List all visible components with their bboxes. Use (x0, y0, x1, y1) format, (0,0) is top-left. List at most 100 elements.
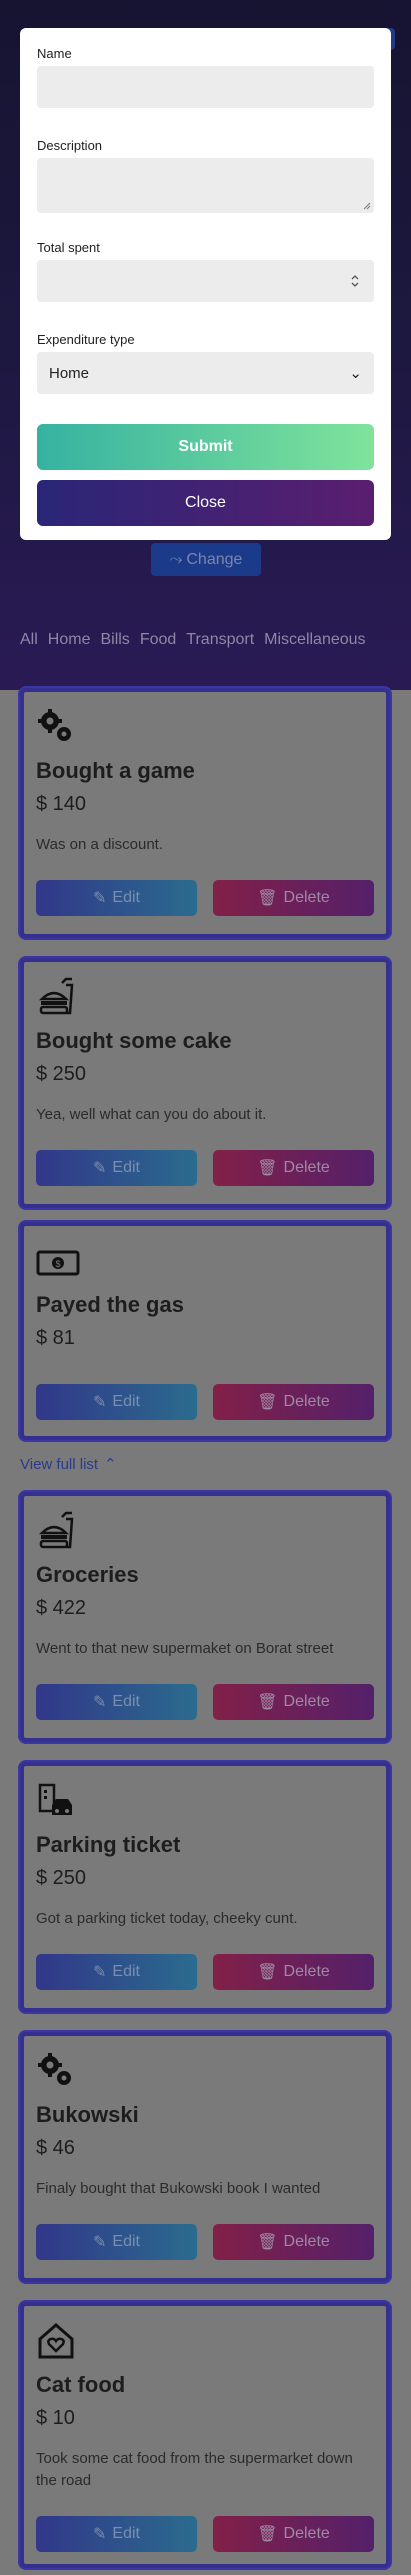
filter-bar: All Home Bills Food Transport Miscellane… (20, 631, 366, 649)
delete-label: Delete (283, 1159, 330, 1176)
expense-card: Bought a game $ 140 Was on a discount. ✎… (20, 688, 390, 938)
card-title: Cat food (36, 2372, 126, 2397)
edit-label: Edit (112, 2525, 140, 2542)
trash-icon: 🗑 (257, 2234, 278, 2251)
car-building-icon (38, 1783, 72, 1815)
submit-button[interactable]: Submit (37, 424, 374, 470)
expense-card: Groceries $ 422 Went to that new superma… (20, 1492, 390, 1742)
trash-icon: 🗑 (257, 1964, 278, 1981)
expense-card: Bukowski $ 46 Finaly bought that Bukowsk… (20, 2032, 390, 2282)
change-button-label: Change (186, 550, 243, 568)
card-amount: $ 250 (36, 1063, 87, 1085)
edit-button[interactable]: ✎ Edit (36, 880, 197, 916)
card-amount: $ 250 (36, 1867, 87, 1889)
delete-button[interactable]: 🗑 Delete (213, 880, 374, 916)
expense-card: $ Payed the gas $ 81 ✎ Edit 🗑 Delete (20, 1222, 390, 1440)
gears-icon (38, 709, 71, 741)
food-icon (38, 1511, 74, 1549)
filter-miscellaneous[interactable]: Miscellaneous (264, 631, 365, 649)
card-description: Got a parking ticket today, cheeky cunt. (36, 1910, 298, 1927)
delete-button[interactable]: 🗑 Delete (213, 1954, 374, 1990)
expenditure-type-label: Expenditure type (37, 332, 135, 347)
money-icon: $ (36, 1250, 80, 1276)
edit-button[interactable]: ✎ Edit (36, 1954, 197, 1990)
edit-label: Edit (112, 2233, 140, 2250)
edit-icon: ✎ (93, 1394, 107, 1411)
delete-label: Delete (283, 1963, 330, 1980)
expenditure-type-select[interactable]: Home ⌄ (37, 352, 374, 394)
delete-button[interactable]: 🗑 Delete (213, 1684, 374, 1720)
card-title: Parking ticket (36, 1832, 181, 1857)
edit-icon: ✎ (93, 1160, 107, 1177)
delete-button[interactable]: 🗑 Delete (213, 1150, 374, 1186)
trash-icon: 🗑 (257, 1394, 278, 1411)
filter-home[interactable]: Home (48, 631, 91, 649)
card-title: Bought a game (36, 758, 195, 783)
edit-button[interactable]: ✎ Edit (36, 2516, 197, 2552)
edit-label: Edit (112, 1963, 140, 1980)
change-button[interactable]: ⤳ Change (151, 543, 261, 576)
view-full-list-link[interactable]: View full list ⌃ (20, 1455, 117, 1474)
description-textarea[interactable] (37, 158, 374, 213)
food-icon (38, 977, 74, 1015)
delete-label: Delete (283, 1693, 330, 1710)
card-description: Was on a discount. (36, 836, 164, 853)
delete-button[interactable]: 🗑 Delete (213, 1384, 374, 1420)
edit-label: Edit (112, 1693, 140, 1710)
card-amount: $ 10 (36, 2407, 75, 2429)
chevron-up-icon: ⌃ (104, 1456, 117, 1473)
card-description: Finaly bought that Bukowski book I wante… (36, 2180, 321, 2197)
edit-icon: ✎ (93, 1694, 107, 1711)
card-title: Groceries (36, 1562, 139, 1587)
card-amount: $ 46 (36, 2137, 75, 2159)
delete-label: Delete (283, 1393, 330, 1410)
expense-card: Cat food $ 10 Took some cat food from th… (20, 2302, 390, 2568)
filter-bills[interactable]: Bills (100, 631, 129, 649)
edit-button[interactable]: ✎ Edit (36, 2224, 197, 2260)
card-description: Went to that new supermaket on Borat str… (36, 1640, 334, 1657)
filter-food[interactable]: Food (140, 631, 176, 649)
card-amount: $ 81 (36, 1327, 75, 1349)
card-description: Took some cat food from the supermarket … (36, 2450, 353, 2489)
description-label: Description (37, 138, 103, 153)
card-title: Bought some cake (36, 1028, 232, 1053)
edit-button[interactable]: ✎ Edit (36, 1150, 197, 1186)
svg-text:$: $ (55, 1259, 60, 1269)
name-label: Name (37, 46, 72, 61)
edit-label: Edit (112, 889, 140, 906)
name-input[interactable] (37, 66, 374, 108)
edit-icon: ✎ (93, 1964, 107, 1981)
total-spent-input[interactable] (37, 260, 374, 302)
delete-button[interactable]: 🗑 Delete (213, 2224, 374, 2260)
card-amount: $ 140 (36, 793, 87, 815)
card-title: Payed the gas (36, 1292, 184, 1317)
change-icon: ⤳ (169, 550, 183, 568)
filter-transport[interactable]: Transport (186, 631, 254, 649)
expenditure-type-value: Home (49, 364, 90, 382)
delete-label: Delete (283, 2525, 330, 2542)
total-spent-label: Total spent (37, 240, 100, 255)
edit-button[interactable]: ✎ Edit (36, 1384, 197, 1420)
trash-icon: 🗑 (257, 2526, 278, 2543)
resize-handle-icon[interactable] (363, 202, 371, 210)
edit-label: Edit (112, 1393, 140, 1410)
view-full-list-label: View full list (20, 1455, 99, 1473)
edit-icon: ✎ (93, 890, 107, 907)
trash-icon: 🗑 (257, 1694, 278, 1711)
card-description: Yea, well what can you do about it. (36, 1106, 267, 1123)
trash-icon: 🗑 (257, 1160, 278, 1177)
chevron-down-icon: ⌄ (349, 365, 362, 382)
close-button[interactable]: Close (37, 480, 374, 526)
delete-label: Delete (283, 889, 330, 906)
card-title: Bukowski (36, 2102, 139, 2127)
card-amount: $ 422 (36, 1597, 87, 1619)
edit-button[interactable]: ✎ Edit (36, 1684, 197, 1720)
delete-button[interactable]: 🗑 Delete (213, 2516, 374, 2552)
number-spinner-icon[interactable] (350, 274, 360, 288)
trash-icon: 🗑 (257, 890, 278, 907)
filter-all[interactable]: All (20, 631, 38, 649)
home-heart-icon (38, 2323, 74, 2359)
expense-card: Bought some cake $ 250 Yea, well what ca… (20, 958, 390, 1208)
expense-card: Parking ticket $ 250 Got a parking ticke… (20, 1762, 390, 2012)
gears-icon (38, 2053, 71, 2085)
